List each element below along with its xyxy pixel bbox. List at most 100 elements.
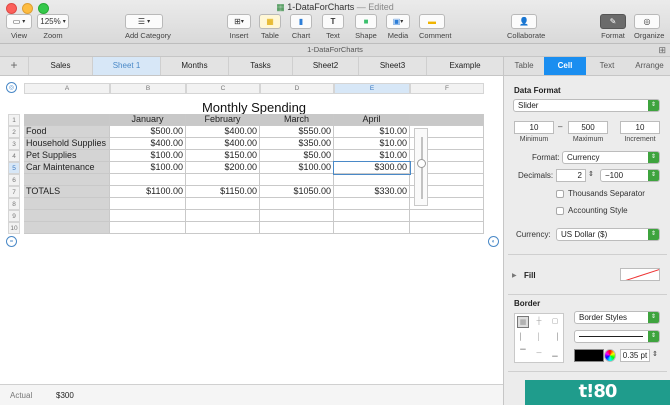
fill-title[interactable]: Fill <box>524 271 536 280</box>
row-label-cell[interactable] <box>24 210 110 222</box>
line-style-popup[interactable]: ⇕ <box>574 330 660 343</box>
zoom-control[interactable]: 125% ▾ Zoom <box>37 14 69 40</box>
table-cell[interactable] <box>334 174 410 186</box>
maximum-field[interactable]: 500 <box>568 121 608 134</box>
currency-popup[interactable]: US Dollar ($) ⇕ <box>556 228 660 241</box>
row-label-cell[interactable] <box>24 198 110 210</box>
table-cell[interactable]: $350.00 <box>260 138 334 150</box>
row-header[interactable]: 1 <box>8 114 20 126</box>
shape-button[interactable]: ■ <box>355 14 377 29</box>
collaborate-control[interactable]: 👤 Collaborate <box>507 14 545 40</box>
table-cell[interactable] <box>410 210 484 222</box>
view-control[interactable]: ▭ ▾ View <box>6 14 32 40</box>
table-cell[interactable] <box>186 198 260 210</box>
table-control[interactable]: ▦ Table <box>259 14 281 40</box>
row-label-cell[interactable] <box>24 222 110 234</box>
table-cell[interactable]: $1100.00 <box>110 186 186 198</box>
view-button[interactable]: ▭ ▾ <box>6 14 32 29</box>
table-cell[interactable]: $100.00 <box>110 150 186 162</box>
border-width-stepper[interactable]: ⇕ <box>652 350 658 358</box>
table-cell[interactable] <box>260 210 334 222</box>
decimals-field[interactable]: 2 <box>556 169 586 182</box>
table-cell[interactable]: $330.00 <box>334 186 410 198</box>
border-styles-popup[interactable]: Border Styles ⇕ <box>574 311 660 324</box>
row-label-cell[interactable]: Food <box>24 126 110 138</box>
border-width-field[interactable]: 0.35 pt <box>620 349 650 362</box>
row-header[interactable]: 8 <box>8 198 20 210</box>
row-header[interactable]: 7 <box>8 186 20 198</box>
thousands-separator-checkbox[interactable] <box>556 190 564 198</box>
column-title-cell[interactable]: January <box>110 114 186 126</box>
table-cell[interactable]: $10.00 <box>334 138 410 150</box>
column-header-d[interactable]: D <box>260 83 334 94</box>
table-cell[interactable] <box>334 210 410 222</box>
table-cell[interactable] <box>110 222 186 234</box>
tab-months[interactable]: Months <box>160 57 228 75</box>
tab-sheet-1[interactable]: Sheet 1 <box>92 57 160 75</box>
bottom-border-icon[interactable]: ▁ <box>549 348 561 360</box>
tab-example[interactable]: Example <box>426 57 503 75</box>
tab-sheet3[interactable]: Sheet3 <box>358 57 426 75</box>
table-cell[interactable]: $500.00 <box>110 126 186 138</box>
table-cell[interactable] <box>110 210 186 222</box>
table-cell[interactable]: $550.00 <box>260 126 334 138</box>
tab-sheet2[interactable]: Sheet2 <box>292 57 358 75</box>
row-label-cell[interactable]: TOTALS <box>24 186 110 198</box>
table-cell[interactable] <box>260 198 334 210</box>
organize-button[interactable]: ◎ <box>634 14 660 29</box>
table-cell[interactable] <box>186 222 260 234</box>
table-cell[interactable]: $1150.00 <box>186 186 260 198</box>
fill-swatch[interactable] <box>620 268 660 281</box>
text-button[interactable]: T <box>322 14 344 29</box>
format-button[interactable]: ✎ <box>600 14 626 29</box>
color-wheel-icon[interactable] <box>604 349 616 362</box>
column-header-c[interactable]: C <box>186 83 260 94</box>
border-color-swatch[interactable] <box>574 349 604 362</box>
inside-borders-icon[interactable]: ┼ <box>533 316 545 328</box>
row-header[interactable]: 5 <box>8 162 20 174</box>
row-label-cell[interactable]: Pet Supplies <box>24 150 110 162</box>
table-cell[interactable]: $10.00 <box>334 126 410 138</box>
table-cell[interactable]: $400.00 <box>110 138 186 150</box>
top-border-icon[interactable]: ▔ <box>517 348 529 360</box>
disclosure-triangle-icon[interactable]: ▶ <box>512 272 517 279</box>
horizontal-border-icon[interactable]: ─ <box>533 348 545 360</box>
media-button[interactable]: ▣ ▾ <box>386 14 410 29</box>
zoom-popup[interactable]: 125% ▾ <box>37 14 69 29</box>
left-border-icon[interactable]: ▏ <box>517 332 529 344</box>
row-header[interactable]: 10 <box>8 222 20 234</box>
table-cell[interactable] <box>110 198 186 210</box>
table-button[interactable]: ▦ <box>259 14 281 29</box>
increment-field[interactable]: 10 <box>620 121 660 134</box>
column-header-b[interactable]: B <box>110 83 186 94</box>
table-cell[interactable] <box>334 222 410 234</box>
comment-control[interactable]: ▬ Comment <box>419 14 452 40</box>
column-title-cell[interactable]: March <box>260 114 334 126</box>
add-category-control[interactable]: ☰ ▾ Add Category <box>125 14 171 40</box>
add-column-row-icon[interactable]: ◐ <box>488 236 499 247</box>
format-popup[interactable]: Currency ⇕ <box>562 151 660 164</box>
border-selector-grid[interactable]: ▦ ┼ ▢ ▏ │ ▕ ▔ ─ ▁ <box>514 313 564 363</box>
media-control[interactable]: ▣ ▾ Media <box>386 14 410 40</box>
table-cell[interactable]: $50.00 <box>260 150 334 162</box>
table-cell[interactable]: $100.00 <box>110 162 186 174</box>
table-cell[interactable] <box>110 174 186 186</box>
collaborate-button[interactable]: 👤 <box>511 14 537 29</box>
column-title-cell[interactable]: April <box>334 114 410 126</box>
slider-knob[interactable] <box>417 159 426 168</box>
table-select-icon[interactable]: ◎ <box>6 82 17 93</box>
shape-control[interactable]: ■ Shape <box>355 14 377 40</box>
table-cell[interactable]: $300.00 <box>333 161 411 175</box>
right-border-icon[interactable]: ▕ <box>549 332 561 344</box>
row-header[interactable]: 2 <box>8 126 20 138</box>
row-label-cell[interactable] <box>24 174 110 186</box>
vertical-border-icon[interactable]: │ <box>533 332 545 344</box>
sheet-canvas[interactable]: ◎ ◐ = A B C D E F Monthly Spending 12345… <box>0 76 503 384</box>
tab-arrange[interactable]: Arrange <box>628 57 670 75</box>
row-header[interactable]: 4 <box>8 150 20 162</box>
column-header-f[interactable]: F <box>410 83 484 94</box>
table-cell[interactable]: $200.00 <box>186 162 260 174</box>
negative-format-popup[interactable]: −100 ⇕ <box>600 169 660 182</box>
chart-button[interactable]: ▮ <box>290 14 312 29</box>
column-title-cell[interactable] <box>410 114 484 126</box>
